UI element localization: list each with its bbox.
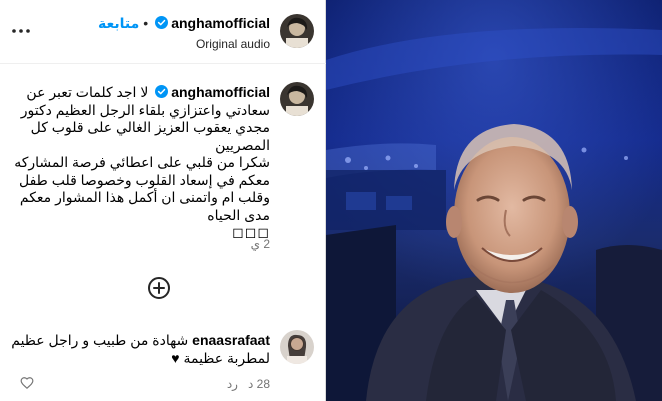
post-sidebar: anghamofficial •متابعة Original audio ang… bbox=[0, 0, 326, 401]
comment-avatar[interactable] bbox=[280, 330, 314, 364]
caption-line-2: شكرا من قلبي على اعطائي فرصة المشاركه مع… bbox=[14, 154, 270, 223]
caption-username[interactable]: anghamofficial bbox=[171, 84, 270, 100]
reply-button[interactable]: رد bbox=[227, 377, 238, 391]
comment-timestamp[interactable]: 28 د bbox=[248, 377, 270, 391]
header-avatar[interactable] bbox=[280, 14, 314, 48]
caption-timestamp[interactable]: 2 ي bbox=[251, 237, 270, 251]
comment-username[interactable]: enaasrafaat bbox=[192, 332, 270, 348]
caption-emojis: ◻◻◻ bbox=[232, 224, 270, 240]
verified-badge-icon bbox=[155, 85, 169, 98]
caption-text: anghamofficial لا اجد كلمات تعبر عن سعاد… bbox=[6, 84, 270, 242]
caption-avatar[interactable] bbox=[280, 82, 314, 116]
header-user-line: anghamofficial •متابعة bbox=[98, 15, 270, 32]
more-options-icon[interactable] bbox=[10, 22, 32, 40]
verified-badge-icon bbox=[155, 16, 169, 29]
comment-meta: 28 د رد bbox=[227, 377, 270, 391]
heart-icon[interactable] bbox=[20, 376, 34, 390]
header-username[interactable]: anghamofficial bbox=[171, 15, 270, 31]
original-audio-link[interactable]: Original audio bbox=[196, 37, 270, 51]
post-header: anghamofficial •متابعة Original audio bbox=[0, 0, 326, 64]
add-circle-icon[interactable] bbox=[147, 276, 171, 300]
post-photo[interactable] bbox=[326, 0, 662, 401]
comment-text: enaasrafaat شهادة من طبيب و راجل عظيم لم… bbox=[6, 332, 270, 367]
follow-button[interactable]: متابعة bbox=[98, 15, 139, 31]
header-separator: • bbox=[143, 15, 149, 31]
